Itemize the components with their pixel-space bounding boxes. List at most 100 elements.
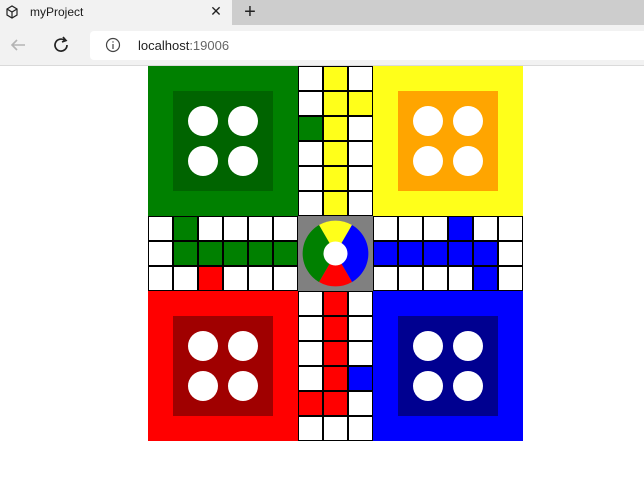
token-red[interactable] xyxy=(188,371,218,401)
board-cell[interactable] xyxy=(398,266,423,291)
board-cell[interactable] xyxy=(173,216,198,241)
board-cell[interactable] xyxy=(148,241,173,266)
board-cell[interactable] xyxy=(323,166,348,191)
board-cell[interactable] xyxy=(173,266,198,291)
board-cell[interactable] xyxy=(348,91,373,116)
board-cell[interactable] xyxy=(348,366,373,391)
board-cell[interactable] xyxy=(323,291,348,316)
board-cell[interactable] xyxy=(298,341,323,366)
board-cell[interactable] xyxy=(298,91,323,116)
board-cell[interactable] xyxy=(448,266,473,291)
board-cell[interactable] xyxy=(473,216,498,241)
board-cell[interactable] xyxy=(273,216,298,241)
board-cell[interactable] xyxy=(198,266,223,291)
board-cell[interactable] xyxy=(323,316,348,341)
board-cell[interactable] xyxy=(323,366,348,391)
board-cell[interactable] xyxy=(423,266,448,291)
ludo-board xyxy=(148,66,523,441)
board-cell[interactable] xyxy=(348,66,373,91)
board-cell[interactable] xyxy=(323,91,348,116)
board-cell[interactable] xyxy=(323,191,348,216)
board-cell[interactable] xyxy=(298,291,323,316)
token-yellow[interactable] xyxy=(413,106,443,136)
board-cell[interactable] xyxy=(323,116,348,141)
board-cell[interactable] xyxy=(298,116,323,141)
token-red[interactable] xyxy=(188,331,218,361)
board-cell[interactable] xyxy=(273,266,298,291)
board-cell[interactable] xyxy=(348,341,373,366)
board-cell[interactable] xyxy=(348,166,373,191)
board-cell[interactable] xyxy=(473,266,498,291)
info-icon[interactable] xyxy=(105,37,121,53)
board-cell[interactable] xyxy=(498,241,523,266)
board-cell[interactable] xyxy=(348,291,373,316)
board-cell[interactable] xyxy=(498,266,523,291)
board-cell[interactable] xyxy=(298,416,323,441)
board-cell[interactable] xyxy=(148,266,173,291)
token-yellow[interactable] xyxy=(453,106,483,136)
token-yellow[interactable] xyxy=(413,146,443,176)
board-cell[interactable] xyxy=(448,216,473,241)
browser-tab[interactable]: myProject ✕ xyxy=(0,0,232,25)
board-cell[interactable] xyxy=(498,216,523,241)
board-cell[interactable] xyxy=(373,266,398,291)
board-cell[interactable] xyxy=(223,266,248,291)
board-cell[interactable] xyxy=(298,391,323,416)
board-cell[interactable] xyxy=(298,316,323,341)
board-cell[interactable] xyxy=(348,191,373,216)
board-cell[interactable] xyxy=(448,241,473,266)
url-text[interactable]: localhost:19006 xyxy=(138,37,229,54)
board-cell[interactable] xyxy=(298,366,323,391)
board-cell[interactable] xyxy=(323,141,348,166)
board-cell[interactable] xyxy=(323,391,348,416)
board-cell[interactable] xyxy=(348,316,373,341)
board-cell[interactable] xyxy=(223,241,248,266)
board-cell[interactable] xyxy=(173,241,198,266)
token-green[interactable] xyxy=(228,146,258,176)
board-cell[interactable] xyxy=(298,141,323,166)
token-red[interactable] xyxy=(228,331,258,361)
board-cell[interactable] xyxy=(348,416,373,441)
token-blue[interactable] xyxy=(413,331,443,361)
board-cell[interactable] xyxy=(423,241,448,266)
plus-icon[interactable]: + xyxy=(242,1,258,23)
board-cell[interactable] xyxy=(323,416,348,441)
token-green[interactable] xyxy=(188,146,218,176)
board-cell[interactable] xyxy=(198,241,223,266)
board-cell[interactable] xyxy=(323,341,348,366)
token-blue[interactable] xyxy=(453,331,483,361)
address-bar[interactable]: localhost:19006 xyxy=(90,31,644,60)
tab-bar: myProject ✕ + xyxy=(0,0,644,25)
board-cell[interactable] xyxy=(298,166,323,191)
token-blue[interactable] xyxy=(453,371,483,401)
board-cell[interactable] xyxy=(298,66,323,91)
reload-icon[interactable] xyxy=(49,33,73,57)
board-cell[interactable] xyxy=(423,216,448,241)
token-blue[interactable] xyxy=(413,371,443,401)
board-cell[interactable] xyxy=(473,241,498,266)
token-green[interactable] xyxy=(188,106,218,136)
tab-title: myProject xyxy=(30,5,84,19)
board-cell[interactable] xyxy=(373,216,398,241)
back-arrow-icon[interactable] xyxy=(6,33,30,57)
board-cell[interactable] xyxy=(198,216,223,241)
board-cell[interactable] xyxy=(248,216,273,241)
token-red[interactable] xyxy=(228,371,258,401)
board-cell[interactable] xyxy=(398,216,423,241)
close-icon[interactable]: ✕ xyxy=(209,2,223,20)
board-cell[interactable] xyxy=(273,241,298,266)
board-cell[interactable] xyxy=(248,266,273,291)
board-cell[interactable] xyxy=(323,66,348,91)
board-cell[interactable] xyxy=(348,141,373,166)
board-cell[interactable] xyxy=(348,116,373,141)
board-cell[interactable] xyxy=(348,391,373,416)
token-yellow[interactable] xyxy=(453,146,483,176)
board-cell[interactable] xyxy=(373,241,398,266)
board-cell[interactable] xyxy=(248,241,273,266)
board-cell[interactable] xyxy=(398,241,423,266)
board-cell[interactable] xyxy=(223,216,248,241)
board-cell[interactable] xyxy=(298,191,323,216)
token-green[interactable] xyxy=(228,106,258,136)
home-yellow xyxy=(373,66,523,216)
board-cell[interactable] xyxy=(148,216,173,241)
